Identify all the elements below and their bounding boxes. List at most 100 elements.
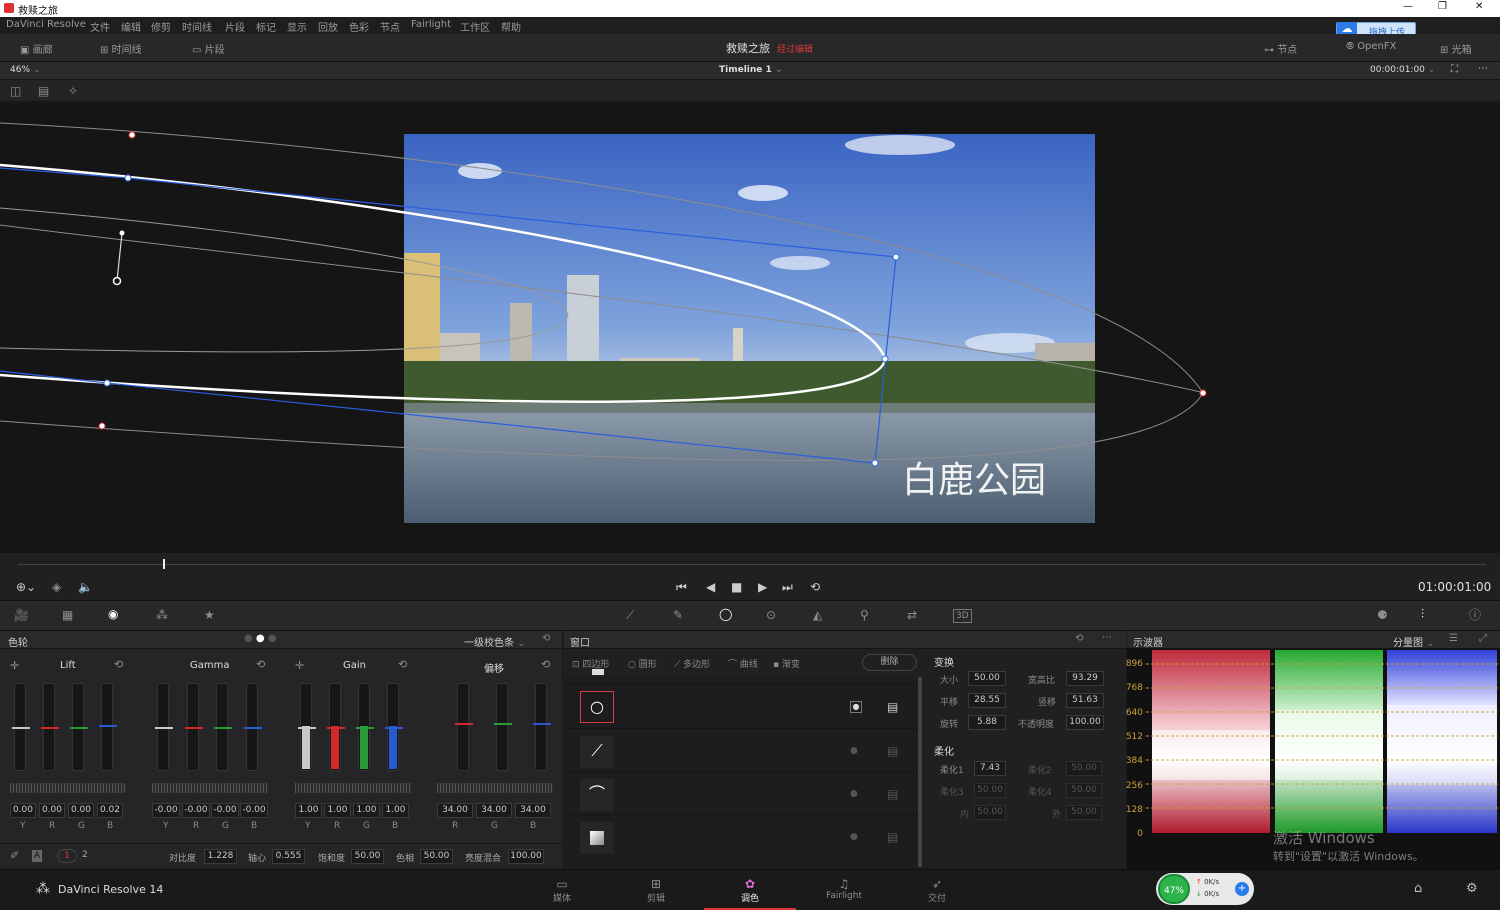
lift-jog-wheel[interactable] (10, 783, 126, 793)
menu-playback[interactable]: 回放 (318, 19, 338, 34)
window-row-linear-line[interactable]: ⟋ ● ▤ (564, 730, 918, 772)
nodes-button[interactable]: ⊶ 节点 (1264, 41, 1297, 56)
window-enable-toggle[interactable]: ● (850, 789, 858, 799)
zoom-dropdown[interactable]: 46% ⌄ (10, 65, 40, 75)
lightbox-button[interactable]: ⊞ 光箱 (1440, 41, 1472, 56)
close-button[interactable]: ✕ (1475, 1, 1483, 12)
fullscreen-icon[interactable]: ⛶ (1451, 64, 1458, 75)
clips-button[interactable]: ▭ 片段 (192, 41, 225, 56)
expand-icon[interactable]: ⤢ (1479, 633, 1487, 644)
window-mask-icon[interactable]: ▤ (887, 744, 898, 758)
menu-davinci[interactable]: DaVinci Resolve (6, 19, 86, 30)
tab-color[interactable]: ✿ 调色 (704, 870, 796, 910)
home-icon[interactable]: ⌂ (1414, 881, 1422, 896)
color-wheels-icon[interactable]: ◉ (108, 608, 118, 620)
偏移-b-level-bar[interactable] (533, 683, 551, 771)
gain-r-level-bar[interactable] (327, 683, 345, 771)
menu-timeline[interactable]: 时间线 (182, 19, 212, 34)
scope-mode-dropdown[interactable]: 分量图 ⌄ (1393, 634, 1435, 649)
lift-y-level-bar[interactable] (12, 683, 30, 771)
window-row-gradient[interactable]: ● ▤ (564, 816, 918, 858)
opacity-value[interactable]: 100.00 (1066, 715, 1104, 730)
inner-value[interactable]: 50.00 (974, 805, 1006, 820)
reset-icon[interactable]: ⟲ (114, 659, 123, 671)
lum-mix-value[interactable]: 100.00 (508, 849, 544, 864)
reset-icon[interactable]: ⟲ (1075, 633, 1083, 644)
gamma-b-level-bar[interactable] (243, 683, 262, 771)
scopes-icon[interactable]: ⫶ (1421, 608, 1424, 620)
system-meter-widget[interactable]: 47% ↑ 0K/s ↓ 0K/s + (1156, 873, 1254, 905)
gain-r-value[interactable]: 1.00 (324, 803, 351, 818)
window-list-scrollbar[interactable] (918, 677, 922, 867)
viewer[interactable]: 白鹿公园 (0, 103, 1500, 553)
blur-icon[interactable]: ◭ (813, 609, 822, 621)
restore-button[interactable]: ❐ (1438, 1, 1447, 12)
rotate-value[interactable]: 5.88 (968, 715, 1006, 730)
scrubber-bar[interactable] (0, 553, 1500, 575)
window-mask-icon[interactable]: ▤ (887, 830, 898, 844)
gallery-button[interactable]: ▣ 画廊 (20, 41, 53, 56)
play-reverse-icon[interactable]: ◀ (706, 581, 715, 593)
camera-raw-icon[interactable]: 🎥 (14, 609, 29, 621)
auto-balance-icon[interactable]: A (32, 850, 43, 862)
window-enable-toggle[interactable]: ● (850, 701, 862, 713)
window-enable-toggle[interactable]: ● (850, 746, 858, 756)
gain-b-value[interactable]: 1.00 (382, 803, 409, 818)
gamma-r-level-bar[interactable] (184, 683, 203, 771)
split-view-icon[interactable]: ◫ (10, 85, 21, 97)
reset-icon[interactable]: ⟲ (541, 659, 550, 671)
page-1-button[interactable]: 1 (57, 849, 77, 863)
gamma-g-level-bar[interactable] (214, 683, 232, 771)
scope-settings-icon[interactable]: ☰ (1449, 633, 1458, 644)
reset-icon[interactable]: ⟲ (398, 659, 407, 671)
tracker-icon[interactable]: ⊙ (766, 609, 776, 621)
lift-g-value[interactable]: 0.00 (68, 803, 94, 818)
offset-g-value[interactable]: 34.00 (476, 803, 512, 818)
saturation-value[interactable]: 50.00 (351, 849, 384, 864)
curves-icon[interactable]: ⟋ (626, 609, 634, 621)
contrast-value[interactable]: 1.228 (204, 849, 237, 864)
key-icon[interactable]: ⚲ (860, 609, 869, 621)
timeline-button[interactable]: ⊞ 时间线 (100, 41, 142, 56)
lift-r-value[interactable]: 0.00 (39, 803, 65, 818)
tab-fairlight[interactable]: ♫ Fairlight (798, 870, 890, 910)
filmstrip-icon[interactable]: ▤ (38, 85, 49, 97)
menu-file[interactable]: 文件 (90, 19, 110, 34)
skip-start-icon[interactable]: ⏮ (676, 581, 687, 593)
gain-b-level-bar[interactable] (385, 683, 403, 771)
settings-gear-icon[interactable]: ⚙ (1466, 881, 1478, 896)
aspect-value[interactable]: 93.29 (1066, 671, 1104, 686)
node-graph-icon[interactable]: ⚈ (1377, 609, 1388, 621)
gamma-y-level-bar[interactable] (155, 683, 173, 771)
crosshair-icon[interactable]: ✛ (295, 660, 304, 672)
偏移-g-level-bar[interactable] (494, 683, 512, 771)
add-icon[interactable]: + (1235, 882, 1249, 896)
openfx-button[interactable]: ⦾ OpenFX (1346, 41, 1397, 52)
gain-g-value[interactable]: 1.00 (353, 803, 380, 818)
page-dots[interactable]: ● ● ● (244, 633, 277, 644)
play-icon[interactable]: ▶ (758, 581, 767, 593)
gamma-b-value[interactable]: -0.00 (240, 803, 268, 818)
gain-g-level-bar[interactable] (356, 683, 374, 771)
lift-b-value[interactable]: 0.02 (97, 803, 123, 818)
size-value[interactable]: 50.00 (968, 671, 1006, 686)
gamma-jog-wheel[interactable] (152, 783, 268, 793)
menu-fairlight[interactable]: Fairlight (411, 19, 451, 30)
offset-jog-wheel[interactable] (437, 783, 553, 793)
tab-deliver[interactable]: ➶ 交付 (891, 870, 983, 910)
window-row-curve[interactable]: ⌒ ● ▤ (564, 773, 918, 815)
gamma-r-value[interactable]: -0.00 (182, 803, 210, 818)
lift-g-level-bar[interactable] (70, 683, 88, 771)
qualifier-icon[interactable]: ✎ (673, 609, 683, 621)
menu-color[interactable]: 色彩 (349, 19, 369, 34)
menu-view[interactable]: 显示 (287, 19, 307, 34)
loop-icon[interactable]: ⟲ (810, 581, 820, 593)
window-row-linear[interactable] (564, 669, 918, 685)
lift-y-value[interactable]: 0.00 (10, 803, 36, 818)
motion-effects-icon[interactable]: ★ (204, 609, 215, 621)
outer-value[interactable]: 50.00 (1066, 805, 1102, 820)
gain-y-value[interactable]: 1.00 (295, 803, 322, 818)
magic-wand-icon[interactable]: ✧ (68, 85, 78, 97)
rgb-mixer-icon[interactable]: ⁂ (156, 609, 168, 621)
window-row-circle[interactable]: ○ ● ▤ (564, 687, 918, 729)
